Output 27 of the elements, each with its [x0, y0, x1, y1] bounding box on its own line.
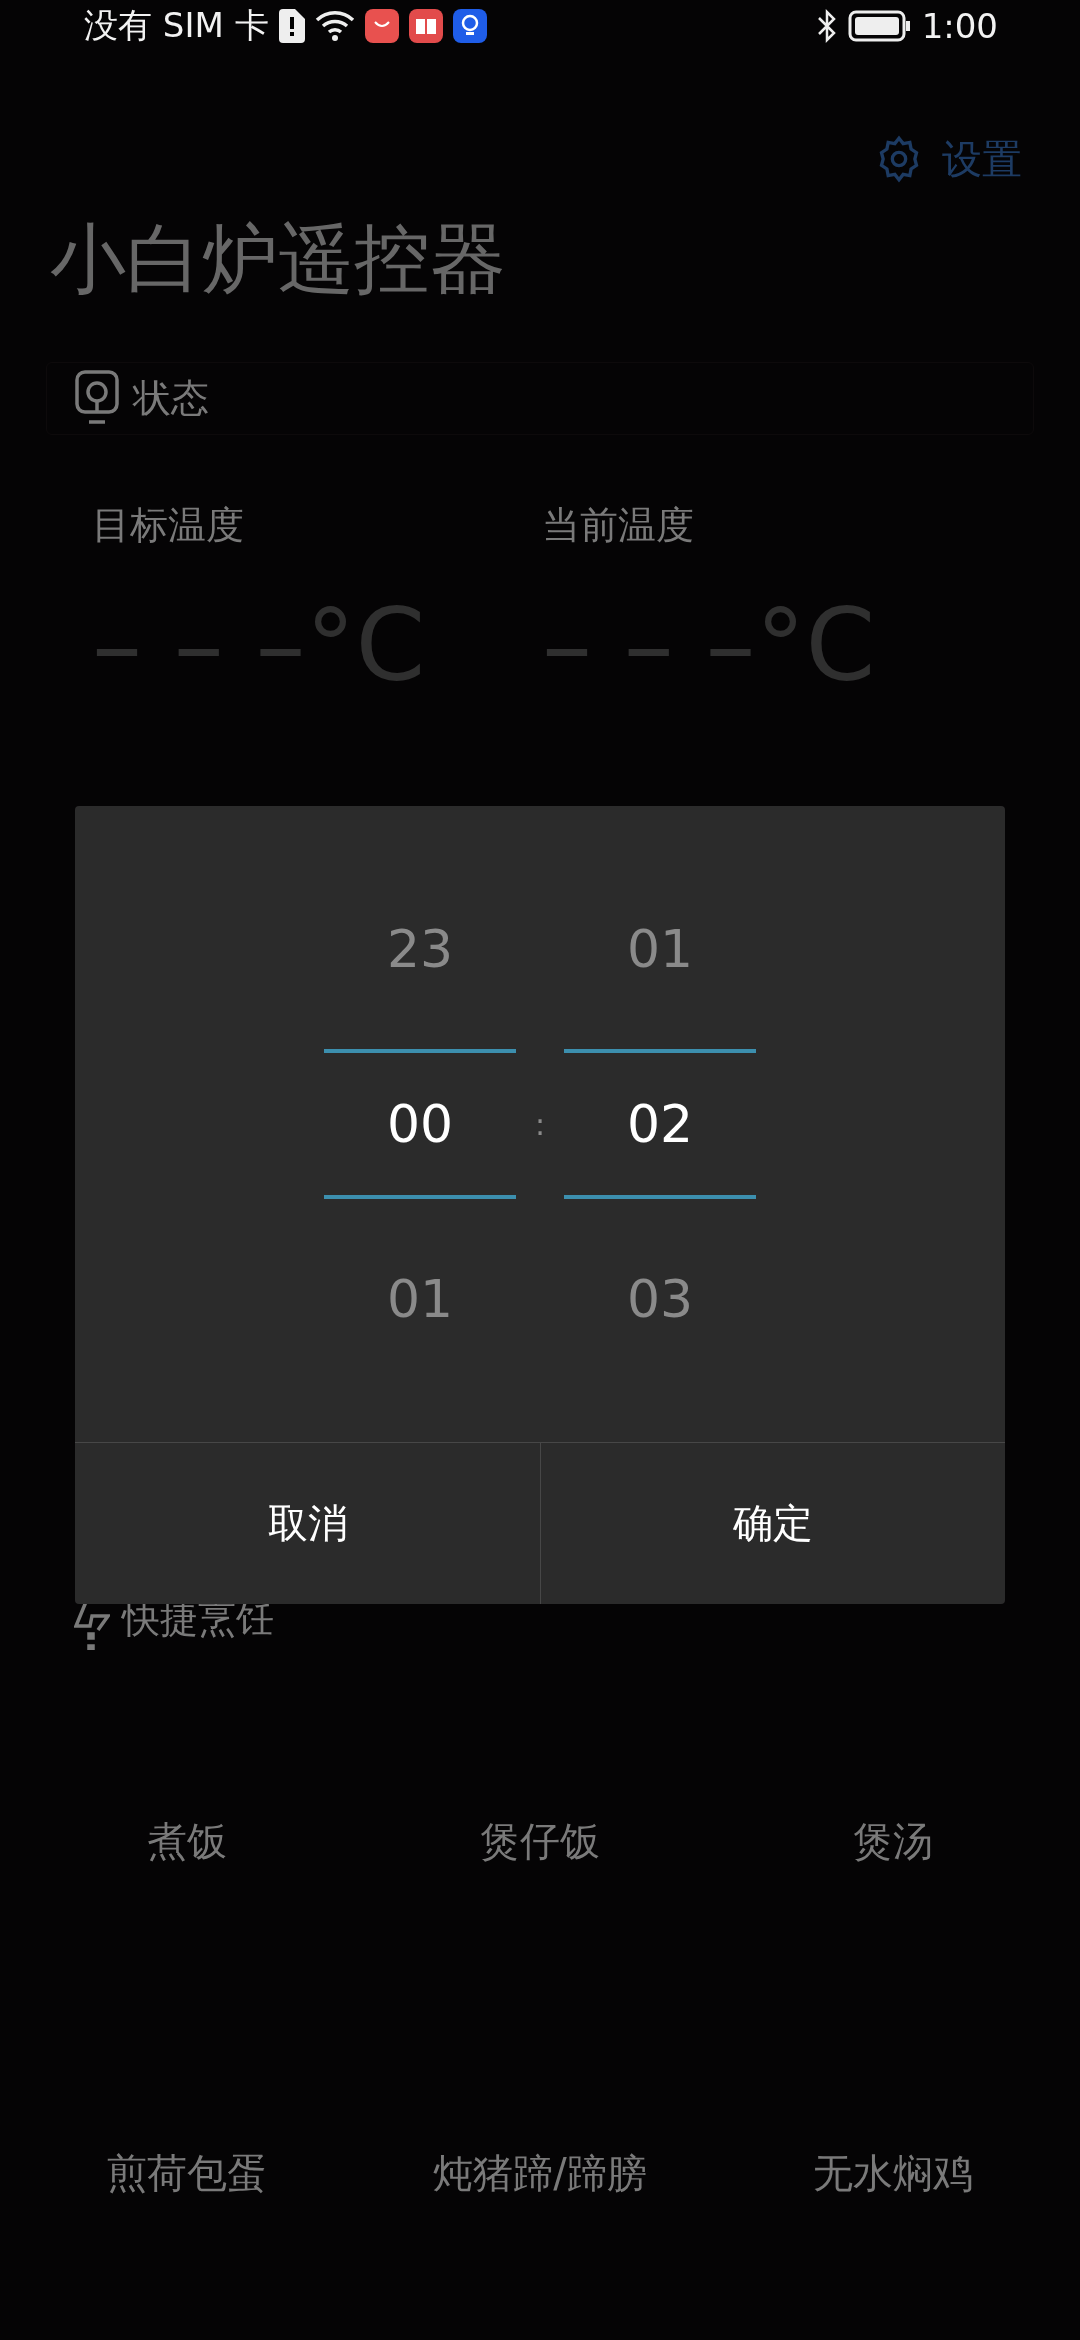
sim-alert-icon: [278, 8, 305, 43]
app-title: 小白炉遥控器: [50, 212, 507, 305]
bluetooth-icon: [815, 8, 838, 43]
dialog-button[interactable]: 确定: [540, 1443, 1005, 1604]
picker-number[interactable]: 01: [564, 849, 756, 1049]
device-icon: [75, 370, 119, 427]
picker-number[interactable]: 03: [564, 1199, 756, 1399]
recipe-button[interactable]: 煮饭: [140, 1813, 233, 1871]
recipe-button[interactable]: 煲汤: [847, 1813, 940, 1871]
carrier-text: 没有 SIM 卡: [84, 3, 269, 47]
wifi-icon: [314, 9, 355, 42]
temperature-label: 目标温度: [92, 501, 245, 549]
lightbulb-icon: [452, 8, 487, 43]
battery-icon: [847, 9, 912, 42]
picker-number[interactable]: 00: [324, 1049, 516, 1199]
recipe-button[interactable]: 无水焖鸡: [807, 2145, 980, 2203]
status-title: 状态: [133, 374, 209, 422]
clock-time: 1:00: [921, 5, 998, 46]
recipe-button[interactable]: 炖猪蹄/蹄膀: [427, 2145, 653, 2203]
recipe-button[interactable]: 煲仔饭: [474, 1813, 606, 1871]
book-icon: [408, 8, 443, 43]
temperature-label: 当前温度: [542, 501, 695, 549]
picker-number[interactable]: 02: [564, 1049, 756, 1199]
time-separator: :: [533, 1106, 547, 1142]
picker-number[interactable]: 01: [324, 1199, 516, 1399]
recipe-button[interactable]: 煎荷包蛋: [100, 2145, 273, 2203]
picker-number[interactable]: 23: [324, 849, 516, 1049]
